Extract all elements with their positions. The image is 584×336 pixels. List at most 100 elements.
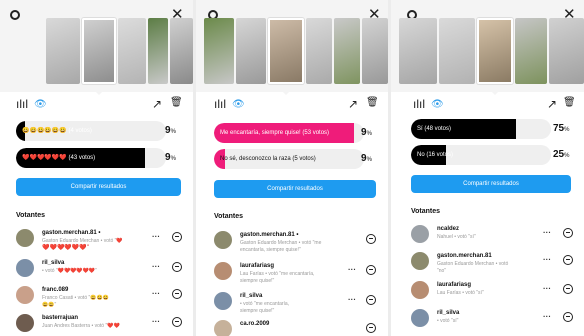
story-thumbnail[interactable]: [549, 18, 584, 84]
avatar: [16, 314, 34, 332]
poll-option-bar: 😀😀😀😀😀😀 (4 votos): [16, 121, 166, 141]
bar-chart-icon[interactable]: ılıl: [214, 98, 226, 110]
voter-row[interactable]: basterrajuan Juan Andres Basterra • votó…: [16, 314, 186, 336]
poll-option-label: ❤️❤️❤️❤️❤️❤️ (43 votos): [22, 155, 96, 161]
voter-username: gaston.merchan.81 •: [42, 230, 101, 236]
voter-row[interactable]: ril_silva • votó "❤️❤️❤️❤️❤️❤️" ···: [16, 259, 186, 287]
story-results-panel-3: ✕ ılıl 👁 ↗ 🗑 Sí (48 votos) 75% No (16 vo…: [391, 0, 584, 336]
more-options-icon[interactable]: ···: [152, 262, 160, 271]
voter-username: franc.089: [42, 287, 69, 293]
story-thumbnail[interactable]: [204, 18, 234, 84]
trash-icon[interactable]: 🗑: [366, 98, 379, 108]
story-results-panel-2: ✕ ılıl 👁 ↗ 🗑 Me encantaría, siempre quis…: [196, 0, 388, 336]
voter-vote-description: Gaston Eduardo Merchan • votó "❤️ ❤️❤️❤️❤…: [42, 238, 123, 251]
share-results-button[interactable]: Compartir resultados: [411, 175, 571, 193]
voter-row[interactable]: laurafariasg Lau Farías • votó "me encan…: [214, 262, 382, 290]
story-thumbnail[interactable]: [439, 18, 475, 84]
message-icon[interactable]: [172, 289, 182, 299]
trending-up-icon[interactable]: ↗: [348, 98, 358, 110]
message-icon[interactable]: [563, 228, 573, 238]
story-thumbnail[interactable]: [170, 18, 193, 84]
story-thumbnail-selected[interactable]: [477, 18, 513, 84]
poll-option-percent: 9%: [361, 127, 372, 138]
voter-vote-description: • votó "❤️❤️❤️❤️❤️❤️": [42, 268, 97, 274]
message-icon[interactable]: [563, 255, 573, 265]
voter-vote-description: • votó "me encantaría, siempre quise!": [240, 301, 290, 314]
voter-username: ncaldez: [437, 226, 460, 232]
voter-row[interactable]: franc.089 Franco Casati • votó "😀😀😀 😀😀" ·…: [16, 286, 186, 314]
poll-option-label: Me encantaría, siempre quise! (53 votos): [220, 130, 330, 136]
voter-row[interactable]: gaston.merchan.81 • Gaston Eduardo Merch…: [214, 231, 382, 259]
avatar: [16, 229, 34, 247]
share-results-button[interactable]: Compartir resultados: [214, 180, 376, 198]
poll-option-label: No (16 votos): [417, 152, 454, 158]
more-options-icon[interactable]: ···: [152, 317, 160, 326]
message-icon[interactable]: [366, 295, 376, 305]
story-thumbnail[interactable]: [334, 18, 360, 84]
trash-icon[interactable]: 🗑: [170, 98, 183, 108]
more-options-icon[interactable]: ···: [543, 312, 551, 321]
gear-icon[interactable]: [10, 10, 20, 20]
voters-heading: Votantes: [411, 208, 441, 215]
story-thumbnail[interactable]: [362, 18, 388, 84]
story-thumbnail[interactable]: [118, 18, 146, 84]
trending-up-icon[interactable]: ↗: [547, 98, 557, 110]
share-results-button[interactable]: Compartir resultados: [16, 178, 181, 196]
story-thumbnail[interactable]: [46, 18, 80, 84]
bar-chart-icon[interactable]: ılıl: [16, 98, 28, 110]
voter-vote-description: Gaston Eduardo Merchan • votó "no": [437, 261, 509, 274]
message-icon[interactable]: [172, 232, 182, 242]
voter-username: gaston.merchan.81 •: [240, 232, 299, 238]
message-icon[interactable]: [172, 262, 182, 272]
message-icon[interactable]: [366, 234, 376, 244]
more-options-icon[interactable]: ···: [543, 255, 551, 264]
story-thumbnail[interactable]: [306, 18, 332, 84]
poll-option-bar: ❤️❤️❤️❤️❤️❤️ (43 votos): [16, 148, 166, 168]
more-options-icon[interactable]: ···: [543, 284, 551, 293]
voter-vote-description: Lau Farías • votó "me encantaría, siempre…: [240, 271, 315, 284]
poll-option-percent: 75%: [553, 123, 570, 134]
voter-vote-description: Nahuel • votó "sí": [437, 234, 476, 240]
poll-option-bar: No sé, desconozco la raza (5 votos): [214, 149, 364, 169]
poll-option-percent: 9%: [165, 152, 176, 163]
voter-row[interactable]: gaston.merchan.81 • Gaston Eduardo Merch…: [16, 229, 186, 257]
message-icon[interactable]: [366, 265, 376, 275]
story-thumbnail[interactable]: [236, 18, 266, 84]
story-thumbnail[interactable]: [148, 18, 168, 84]
voters-heading: Votantes: [214, 213, 244, 220]
eye-icon[interactable]: 👁: [34, 100, 47, 110]
eye-icon[interactable]: 👁: [232, 100, 245, 110]
voter-row[interactable]: laurafariasg Lau Farías • votó "sí" ···: [411, 281, 577, 309]
message-icon[interactable]: [563, 312, 573, 322]
avatar: [411, 225, 429, 243]
voter-row[interactable]: ncaldez Nahuel • votó "sí" ···: [411, 225, 577, 253]
more-options-icon[interactable]: ···: [152, 289, 160, 298]
message-icon[interactable]: [366, 323, 376, 333]
voter-username: gaston.merchan.81: [437, 253, 492, 259]
voter-vote-description: Lau Farías • votó "sí": [437, 290, 484, 296]
voter-row[interactable]: ril_silva • votó "me encantaría, siempre …: [214, 292, 382, 320]
message-icon[interactable]: [563, 284, 573, 294]
message-icon[interactable]: [172, 317, 182, 327]
poll-option-bar: Sí (48 votos): [411, 119, 551, 139]
story-thumbnail-selected[interactable]: [82, 18, 116, 84]
more-options-icon[interactable]: ···: [152, 232, 160, 241]
voter-row[interactable]: ril_silva • votó "sí" ···: [411, 309, 577, 336]
avatar: [16, 259, 34, 277]
voter-username: basterrajuan: [42, 315, 79, 321]
trash-icon[interactable]: 🗑: [563, 98, 576, 108]
trending-up-icon[interactable]: ↗: [152, 98, 162, 110]
voter-row[interactable]: ca.ro.2009: [214, 320, 382, 336]
story-thumbnail[interactable]: [515, 18, 547, 84]
story-thumbnail-selected[interactable]: [268, 18, 304, 84]
more-options-icon[interactable]: ···: [348, 295, 356, 304]
story-thumbnail[interactable]: [399, 18, 437, 84]
bar-chart-icon[interactable]: ılıl: [413, 98, 425, 110]
avatar: [214, 292, 232, 310]
eye-icon[interactable]: 👁: [431, 100, 444, 110]
more-options-icon[interactable]: ···: [348, 265, 356, 274]
selected-story-caret: [281, 90, 291, 95]
selected-story-caret: [94, 90, 104, 95]
voter-row[interactable]: gaston.merchan.81 Gaston Eduardo Merchan…: [411, 252, 577, 280]
more-options-icon[interactable]: ···: [543, 228, 551, 237]
